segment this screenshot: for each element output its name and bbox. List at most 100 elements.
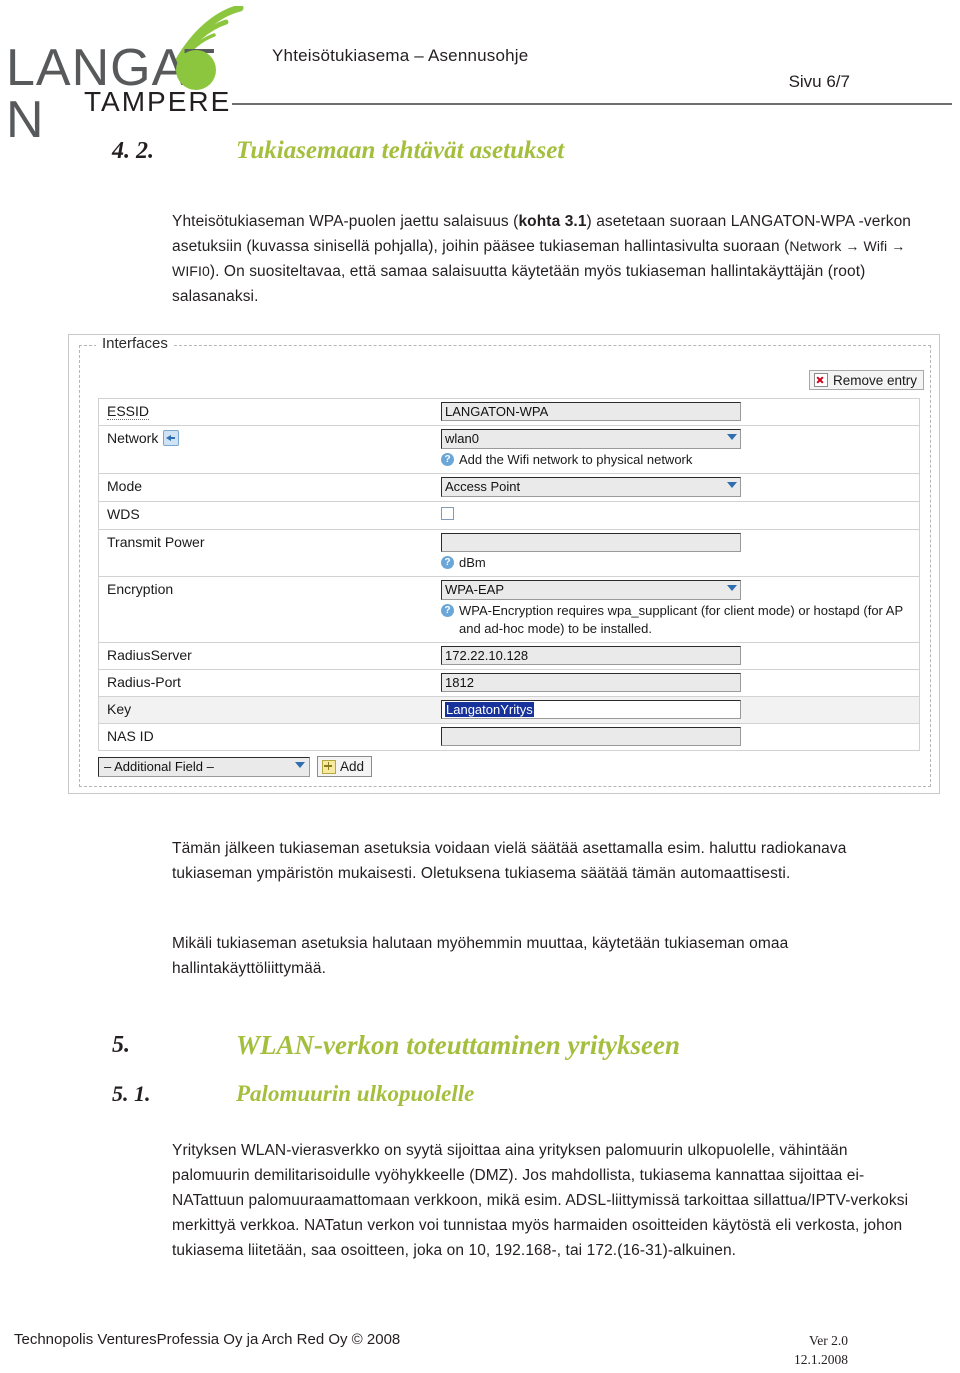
field-value-nas-id [441,724,919,750]
info-icon: ? [441,453,454,466]
heading-number: 5. 1. [112,1081,151,1106]
field-label-essid: ESSID [99,399,441,424]
table-row: NAS ID [99,724,919,751]
intro-bold-ref: kohta 3.1 [518,212,587,230]
remove-entry-button[interactable]: Remove entry [808,370,924,390]
router-config-screenshot: Interfaces Remove entry ESSID LANGATON-W… [68,334,940,794]
intro-part-1: Yhteisötukiaseman WPA-puolen jaettu sala… [172,212,519,230]
nas-id-label: NAS ID [107,728,154,744]
heading-section-4-2: 4. 2. Tukiasemaan tehtävät asetukset [112,137,564,165]
radius-port-label: Radius-Port [107,674,181,690]
radiusserver-input[interactable]: 172.22.10.128 [441,646,741,665]
remove-entry-label: Remove entry [832,372,917,388]
field-value-essid: LANGATON-WPA [441,399,919,425]
chevron-down-icon [727,482,737,488]
info-icon: ? [441,604,454,617]
transmit-power-label: Transmit Power [107,534,205,550]
chevron-down-icon [727,434,737,440]
network-label: Network [107,430,159,446]
network-hint-text: Add the Wifi network to physical network [459,452,693,467]
heading-section-5-1: 5. 1. Palomuurin ulkopuolelle [112,1081,474,1107]
footer-version-block: Ver 2.0 12.1.2008 [794,1331,848,1369]
key-label: Key [107,701,132,717]
encryption-hint: ? WPA-Encryption requires wpa_supplicant… [441,602,911,638]
field-value-wds [441,502,919,529]
field-label-key: Key [99,697,441,721]
additional-field-select[interactable]: – Additional Field – [98,756,310,777]
langaton-tampere-logo: LANGAT N TAMPERE [4,6,254,146]
chevron-down-icon [727,585,737,591]
table-row: ESSID LANGATON-WPA [99,399,919,426]
footer-date: 12.1.2008 [794,1352,848,1367]
key-selected-text: LangatonYritys [445,702,534,717]
heading-title: Palomuurin ulkopuolelle [236,1081,475,1106]
table-row: RadiusServer 172.22.10.128 [99,643,919,670]
network-select-value: wlan0 [445,431,479,446]
additional-field-value: – Additional Field – [104,758,214,774]
field-label-nas-id: NAS ID [99,724,441,748]
field-value-mode: Access Point [441,474,919,501]
encryption-label: Encryption [107,581,174,597]
wds-label: WDS [107,506,140,522]
table-row: Transmit Power ? dBm [99,530,919,577]
info-icon: ? [441,556,454,569]
table-row: Encryption WPA-EAP ? WPA-Encryption requ… [99,577,919,643]
key-input[interactable]: LangatonYritys [441,700,741,719]
post-screenshot-paragraph-2: Mikäli tukiaseman asetuksia halutaan myö… [172,934,789,977]
fieldset-toolbar: Remove entry [808,370,924,392]
wds-checkbox[interactable] [441,507,454,520]
nas-id-input[interactable] [441,727,741,746]
section-5-1-paragraph: Yrityksen WLAN-vierasverkko on syytä sij… [172,1141,909,1259]
network-hint: ? Add the Wifi network to physical netwo… [441,451,911,469]
field-label-wds: WDS [99,502,441,526]
field-value-key: LangatonYritys [441,697,919,723]
radiusserver-label: RadiusServer [107,647,192,663]
field-label-network: Network [99,426,441,450]
field-value-network: wlan0 ? Add the Wifi network to physical… [441,426,919,473]
essid-input[interactable]: LANGATON-WPA [441,402,741,421]
radius-port-input[interactable]: 1812 [441,673,741,692]
document-title: Yhteisötukiasema – Asennusohje [272,46,529,65]
transmit-power-input[interactable] [441,533,741,552]
page-title: Tukiasemaan tehtävät asetukset [236,137,565,164]
field-value-transmit-power: ? dBm [441,530,919,576]
post-screenshot-paragraph-1: Tämän jälkeen tukiaseman asetuksia voida… [172,839,847,882]
field-label-encryption: Encryption [99,577,441,601]
encryption-hint-text: WPA-Encryption requires wpa_supplicant (… [459,603,903,636]
heading-title: WLAN-verkon toteuttaminen yritykseen [236,1030,680,1060]
table-row: WDS [99,502,919,530]
field-label-radiusserver: RadiusServer [99,643,441,667]
field-label-mode: Mode [99,474,441,498]
network-select[interactable]: wlan0 [441,429,741,449]
transmit-power-hint-text: dBm [459,555,486,570]
fieldset-legend: Interfaces [96,335,174,352]
heading-section-5: 5. WLAN-verkon toteuttaminen yritykseen [112,1030,680,1060]
field-label-transmit-power: Transmit Power [99,530,441,554]
additional-field-row: – Additional Field – Add [98,756,373,777]
interfaces-form-table: ESSID LANGATON-WPA Network wlan0 ? Add t… [98,398,920,751]
encryption-select[interactable]: WPA-EAP [441,580,741,600]
field-label-radius-port: Radius-Port [99,670,441,694]
mode-label: Mode [107,478,143,494]
chevron-down-icon [295,761,305,768]
intro-paragraph: Yhteisötukiaseman WPA-puolen jaettu sala… [172,209,912,309]
table-row: Network wlan0 ? Add the Wifi network to … [99,426,919,474]
plus-icon [322,759,336,774]
footer-version: Ver 2.0 [809,1333,848,1348]
back-arrow-icon[interactable] [163,430,180,446]
heading-number: 4. 2. [112,138,154,164]
interfaces-fieldset: Interfaces Remove entry ESSID LANGATON-W… [79,335,931,787]
logo-green-dot-icon [176,50,216,90]
remove-x-icon [813,373,828,387]
transmit-power-hint: ? dBm [441,554,911,572]
logo-subtitle: TAMPERE [84,86,232,117]
mode-select[interactable]: Access Point [441,477,741,497]
heading-number: 5. [112,1032,130,1058]
mode-select-value: Access Point [445,479,521,494]
table-row: Key LangatonYritys [99,697,919,724]
field-value-encryption: WPA-EAP ? WPA-Encryption requires wpa_su… [441,577,919,642]
table-row: Mode Access Point [99,474,919,502]
add-button-label: Add [340,759,365,774]
add-field-button[interactable]: Add [317,756,373,777]
table-row: Radius-Port 1812 [99,670,919,697]
